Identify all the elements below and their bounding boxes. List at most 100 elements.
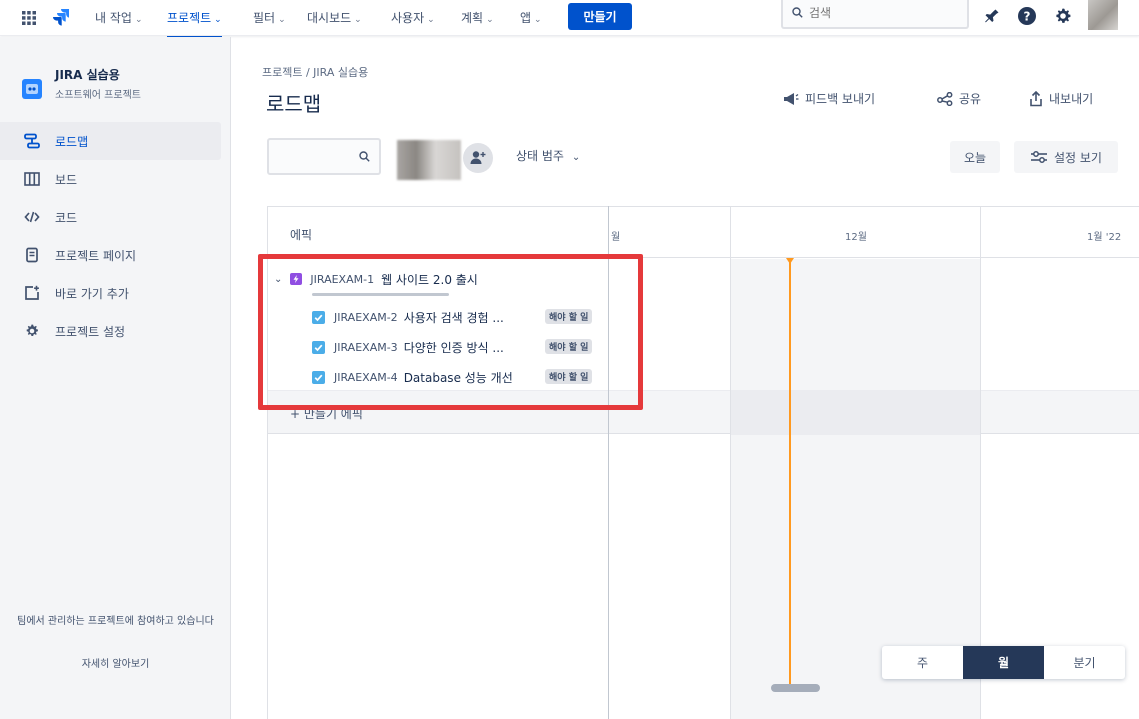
scale-month[interactable]: 월 — [963, 646, 1044, 679]
nav-apps[interactable]: 앱 ⌄ — [520, 9, 542, 26]
jira-logo[interactable] — [52, 8, 70, 26]
sidebar-item-label: 보드 — [55, 173, 78, 187]
month-label: 월 — [611, 232, 621, 243]
export-label: 내보내기 — [1049, 92, 1094, 106]
share-label: 공유 — [959, 92, 982, 106]
sidebar-item-add-shortcut[interactable]: 바로 가기 추가 — [0, 274, 221, 312]
month-label: 12월 — [845, 232, 867, 243]
app-switcher-icon[interactable] — [22, 11, 36, 25]
create-button[interactable]: 만들기 — [568, 3, 632, 30]
status-category-label: 상태 범주 — [516, 149, 564, 163]
nav-my-work[interactable]: 내 작업 ⌄ — [95, 9, 142, 26]
today-button[interactable]: 오늘 — [950, 141, 1000, 173]
chevron-down-icon: ⌄ — [486, 15, 494, 25]
project-avatar-icon — [26, 84, 38, 94]
sidebar-item-board[interactable]: 보드 — [0, 160, 221, 198]
status-lozenge[interactable]: 해야 할 일 — [545, 309, 593, 324]
share-button[interactable]: 공유 — [937, 90, 981, 107]
feedback-label: 피드백 보내기 — [805, 92, 876, 106]
chevron-down-icon: ⌄ — [134, 15, 143, 25]
project-type: 소프트웨어 프로젝트 — [55, 90, 141, 101]
create-epic-button[interactable]: + 만들기 에픽 — [290, 405, 363, 422]
nav-dashboards[interactable]: 대시보드 ⌄ — [307, 9, 362, 26]
breadcrumb[interactable]: 프로젝트 / JIRA 실습용 — [262, 64, 368, 80]
view-settings-button[interactable]: 설정 보기 — [1014, 141, 1118, 173]
chevron-down-icon: ⌄ — [354, 15, 362, 25]
sidebar-item-label: 프로젝트 페이지 — [55, 249, 137, 263]
feedback-button[interactable]: 피드백 보내기 — [783, 90, 875, 107]
month-divider — [730, 206, 731, 719]
settings-icon — [26, 324, 38, 336]
scale-quarter[interactable]: 분기 — [1044, 646, 1125, 679]
horizontal-scrollbar[interactable] — [771, 684, 820, 692]
nav-people-label: 사용자 — [391, 11, 425, 25]
help-icon[interactable]: ? — [1017, 6, 1037, 26]
chevron-down-icon: ⌄ — [278, 15, 286, 25]
settings-icon[interactable] — [1053, 6, 1073, 26]
sidebar-item-label: 프로젝트 설정 — [55, 325, 126, 339]
issue-key: JIRAEXAM-3 — [334, 340, 398, 354]
task-icon — [312, 340, 325, 354]
nav-people[interactable]: 사용자 ⌄ — [391, 9, 435, 26]
nav-filters-label: 필터 — [253, 11, 276, 25]
global-search-input[interactable] — [809, 4, 959, 22]
project-sidebar: JIRA 실습용 소프트웨어 프로젝트 로드맵 보드 코드 프로젝트 페이지 바… — [0, 37, 231, 719]
chevron-down-icon: ⌄ — [214, 15, 222, 25]
learn-more-link[interactable]: 자세히 알아보기 — [0, 655, 231, 670]
issue-title: 사용자 검색 경험 ... — [403, 310, 504, 325]
status-category-filter[interactable]: 상태 범주 ⌄ — [516, 147, 580, 164]
epic-column-divider[interactable] — [608, 206, 609, 719]
sidebar-item-label: 코드 — [55, 211, 78, 225]
roadmap-search[interactable] — [267, 138, 381, 175]
scale-week[interactable]: 주 — [882, 646, 963, 679]
issue-key: JIRAEXAM-2 — [334, 310, 398, 324]
epic-row[interactable]: ⌄ JIRAEXAM-1 웹 사이트 2.0 출시 — [274, 269, 478, 289]
lightning-icon — [293, 275, 299, 283]
child-issue-row[interactable]: JIRAEXAM-3 다양한 인증 방식 ... — [312, 337, 504, 357]
task-icon — [312, 310, 325, 324]
sidebar-item-code[interactable]: 코드 — [0, 198, 221, 236]
child-issue-row[interactable]: JIRAEXAM-4 Database 성능 개선 — [312, 367, 513, 387]
user-avatar[interactable] — [1088, 0, 1118, 30]
epic-title: 웹 사이트 2.0 출시 — [381, 272, 478, 287]
status-lozenge[interactable]: 해야 할 일 — [545, 339, 593, 354]
child-issue-row[interactable]: JIRAEXAM-2 사용자 검색 경험 ... — [312, 307, 504, 327]
checkmark-icon — [314, 314, 323, 321]
epic-column-header: 에픽 — [290, 228, 313, 242]
assignee-avatars[interactable] — [397, 140, 461, 180]
sidebar-item-roadmap[interactable]: 로드맵 — [0, 122, 221, 160]
roadmap-search-input[interactable] — [275, 148, 345, 162]
nav-plans[interactable]: 계획 ⌄ — [461, 9, 494, 26]
view-settings-icon — [1031, 151, 1047, 163]
team-managed-notice: 팀에서 관리하는 프로젝트에 참여하고 있습니다 — [17, 616, 214, 627]
sidebar-item-project-pages[interactable]: 프로젝트 페이지 — [0, 236, 221, 274]
month-divider — [980, 206, 981, 719]
project-avatar — [22, 79, 42, 99]
timeline-header — [267, 206, 1139, 258]
export-button[interactable]: 내보내기 — [1029, 90, 1093, 107]
nav-projects[interactable]: 프로젝트 ⌄ — [167, 9, 222, 39]
page-title: 로드맵 — [266, 92, 322, 116]
search-icon — [792, 7, 803, 18]
page-icon — [26, 247, 38, 263]
board-icon — [24, 172, 40, 186]
month-label: 1월 '22 — [1087, 232, 1122, 243]
nav-plans-label: 계획 — [461, 11, 484, 25]
nav-my-work-label: 내 작업 — [95, 11, 132, 25]
add-shortcut-icon — [25, 285, 39, 300]
share-icon — [937, 91, 953, 106]
svg-text:?: ? — [1024, 10, 1031, 24]
notification-icon[interactable] — [982, 6, 1002, 26]
chevron-down-icon[interactable]: ⌄ — [274, 274, 282, 285]
chevron-down-icon: ⌄ — [427, 15, 435, 25]
add-person-icon — [470, 151, 486, 164]
nav-filters[interactable]: 필터 ⌄ — [253, 9, 286, 26]
sidebar-item-label: 바로 가기 추가 — [55, 287, 129, 301]
issue-title: 다양한 인증 방식 ... — [403, 340, 504, 355]
task-icon — [312, 370, 325, 384]
status-lozenge[interactable]: 해야 할 일 — [545, 369, 593, 384]
add-people-button[interactable] — [463, 143, 493, 173]
roadmap-icon — [24, 133, 40, 149]
global-search[interactable] — [781, 0, 969, 29]
sidebar-item-project-settings[interactable]: 프로젝트 설정 — [0, 312, 221, 350]
